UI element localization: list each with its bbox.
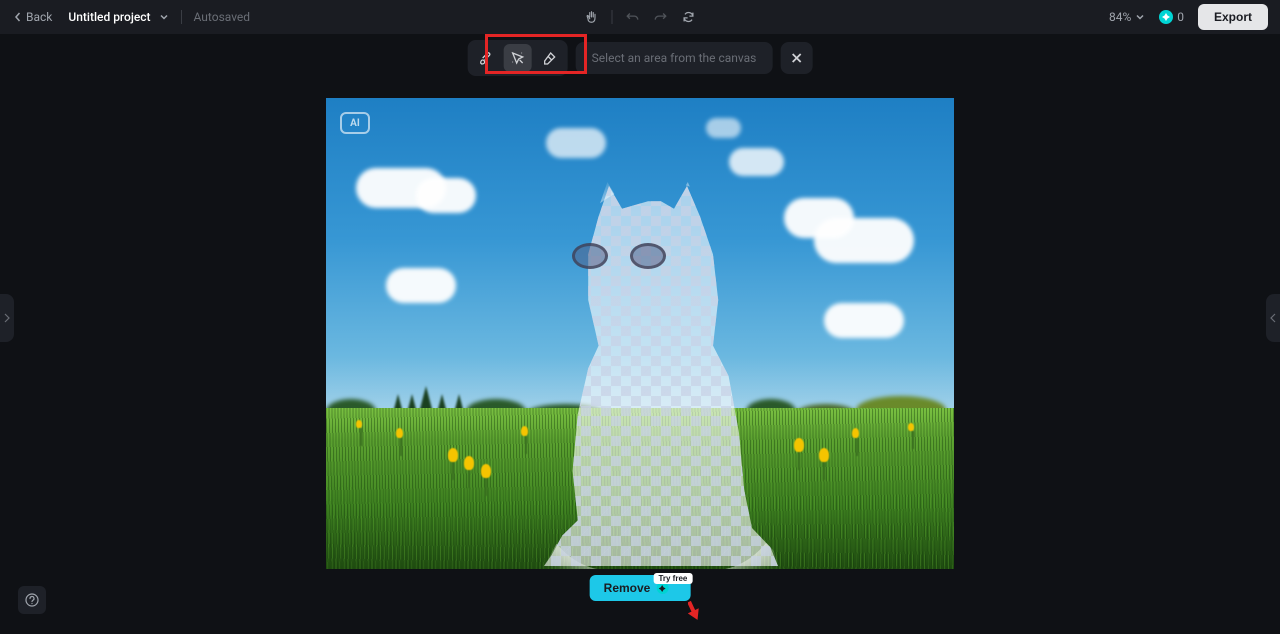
cat-sunglasses bbox=[572, 243, 666, 271]
divider bbox=[612, 10, 613, 24]
redo-icon[interactable] bbox=[653, 9, 669, 25]
zoom-control[interactable]: 84% bbox=[1109, 10, 1145, 24]
chevron-left-icon bbox=[1270, 313, 1276, 323]
brush-tool[interactable] bbox=[472, 44, 500, 72]
help-icon bbox=[25, 593, 39, 607]
cloud bbox=[386, 268, 456, 303]
canvas[interactable]: AI bbox=[326, 98, 954, 569]
center-tools bbox=[584, 9, 697, 25]
right-panel-toggle[interactable] bbox=[1266, 294, 1280, 342]
close-toolbar-button[interactable] bbox=[780, 42, 812, 74]
autosaved-status: Autosaved bbox=[194, 10, 251, 24]
ai-badge: AI bbox=[340, 112, 370, 134]
zoom-value: 84% bbox=[1109, 10, 1131, 24]
back-button[interactable]: Back bbox=[12, 10, 52, 24]
credits-display[interactable]: 0 bbox=[1159, 10, 1184, 24]
eraser-tool[interactable] bbox=[536, 44, 564, 72]
divider bbox=[181, 10, 182, 24]
chevron-right-icon bbox=[4, 313, 10, 323]
credit-count: 0 bbox=[1177, 10, 1184, 24]
cloud bbox=[824, 303, 904, 338]
toolbar-hint: Select an area from the canvas bbox=[576, 42, 773, 74]
refresh-icon[interactable] bbox=[681, 9, 697, 25]
credit-coin-icon bbox=[1159, 10, 1173, 24]
chevron-left-icon bbox=[12, 11, 24, 23]
export-button[interactable]: Export bbox=[1198, 4, 1268, 30]
cloud bbox=[784, 198, 854, 238]
app-header: Back Untitled project Autosaved 84% bbox=[0, 0, 1280, 34]
canvas-container: AI bbox=[326, 98, 954, 569]
close-icon bbox=[790, 52, 802, 64]
back-label: Back bbox=[26, 10, 52, 24]
undo-icon[interactable] bbox=[625, 9, 641, 25]
project-title-section[interactable]: Untitled project bbox=[68, 10, 168, 24]
remove-button[interactable]: Remove Try free bbox=[590, 575, 691, 601]
selection-toolbar: Select an area from the canvas bbox=[468, 40, 813, 76]
project-title: Untitled project bbox=[68, 10, 150, 24]
chevron-down-icon bbox=[159, 12, 169, 22]
right-tools: 84% 0 Export bbox=[1109, 4, 1268, 30]
remove-label: Remove bbox=[604, 581, 651, 595]
hand-tool-icon[interactable] bbox=[584, 9, 600, 25]
try-free-badge: Try free bbox=[653, 573, 692, 584]
annotation-arrow bbox=[688, 596, 712, 626]
auto-select-tool[interactable] bbox=[504, 44, 532, 72]
cloud bbox=[706, 118, 741, 138]
cloud bbox=[729, 148, 784, 176]
tool-group bbox=[468, 40, 568, 76]
chevron-down-icon bbox=[1135, 12, 1145, 22]
cloud bbox=[546, 128, 606, 158]
left-panel-toggle[interactable] bbox=[0, 294, 14, 342]
help-button[interactable] bbox=[18, 586, 46, 614]
cloud bbox=[416, 178, 476, 213]
